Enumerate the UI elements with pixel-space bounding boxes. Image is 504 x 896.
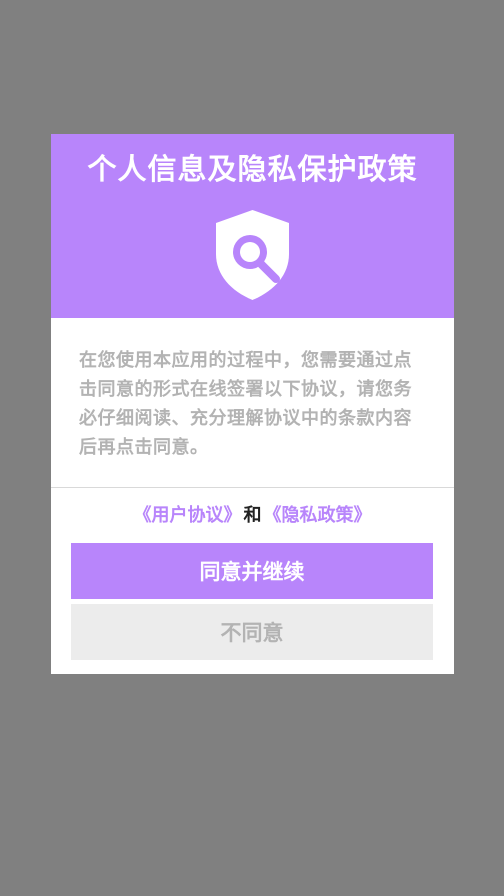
privacy-policy-link[interactable]: 《隐私政策》 [264, 505, 372, 526]
dialog-header: 个人信息及隐私保护政策 [51, 134, 454, 318]
agreement-links: 《用户协议》和《隐私政策》 [51, 502, 454, 530]
disagree-button[interactable]: 不同意 [71, 604, 433, 660]
links-conjunction: 和 [243, 505, 262, 526]
shield-search-icon [216, 210, 289, 300]
privacy-dialog: 个人信息及隐私保护政策 在您使用本应用的过程中，您需要通过点击同意的形式在线签署… [51, 134, 454, 674]
dialog-body-text: 在您使用本应用的过程中，您需要通过点击同意的形式在线签署以下协议，请您务必仔细阅… [79, 350, 412, 458]
agree-continue-button[interactable]: 同意并继续 [71, 543, 433, 599]
dialog-title: 个人信息及隐私保护政策 [87, 152, 418, 186]
divider [51, 487, 454, 488]
user-agreement-link[interactable]: 《用户协议》 [134, 505, 242, 526]
